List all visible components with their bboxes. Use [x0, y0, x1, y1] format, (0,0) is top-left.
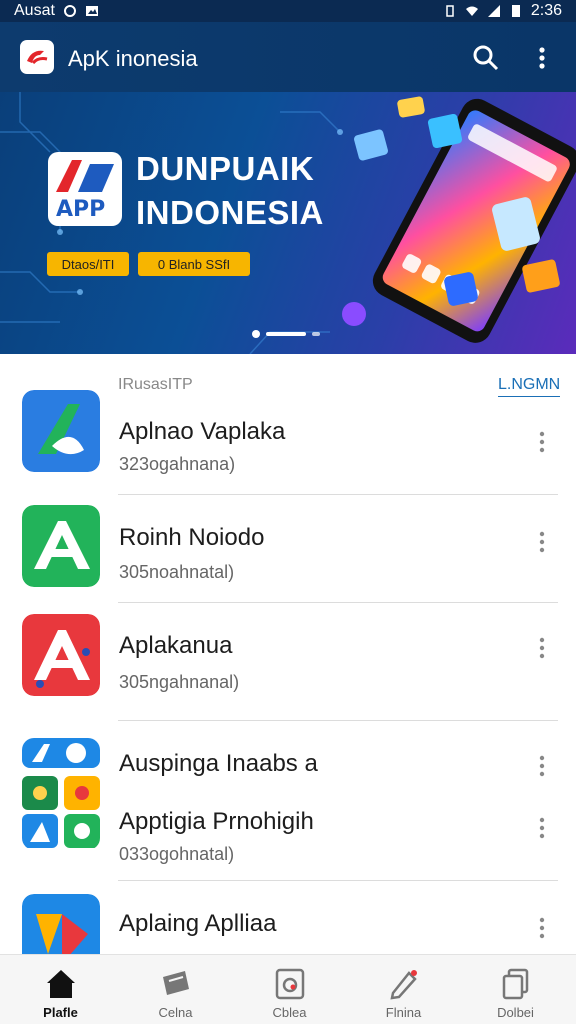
image-notification-icon	[85, 6, 98, 16]
app-subtitle: 305noahnatal)	[119, 562, 235, 582]
maps-app-icon	[22, 894, 100, 954]
banner-app-logo: APP	[48, 152, 122, 226]
nav-label: Flnina	[385, 1005, 422, 1020]
app-logo-icon	[20, 40, 54, 74]
more-vert-icon[interactable]	[532, 916, 552, 940]
sync-icon	[63, 5, 76, 17]
nav-item-4[interactable]: Flnina	[346, 955, 461, 1025]
more-vert-icon[interactable]	[532, 816, 552, 840]
home-icon	[47, 970, 75, 998]
nav-label: Celna	[158, 1005, 193, 1020]
app-name: Aplnao Vaplaka	[119, 418, 286, 445]
pager-dot-active[interactable]	[266, 332, 306, 336]
list-item[interactable]: Auspinga Inaabs a Apptigia Prnohigih 033…	[0, 720, 576, 880]
nav-item-2[interactable]: Celna	[118, 955, 233, 1025]
banner-heading-line1: DUNPUAIK	[136, 150, 315, 187]
phone-illustration	[342, 96, 576, 343]
banner-button-secondary[interactable]: 0 Blanb SSfI	[138, 252, 250, 276]
multi-app-icon	[22, 738, 100, 848]
banner-heading-line2: INDONESIA	[136, 194, 324, 231]
nav-label: Dolbei	[497, 1005, 534, 1020]
nav-label: Cblea	[272, 1005, 307, 1020]
app-subtitle: 305ngahnanal)	[119, 672, 240, 692]
red-a-app-icon	[22, 614, 100, 696]
nav-item-5[interactable]: Dolbei	[458, 955, 573, 1025]
list-item[interactable]: Aplakanua 305ngahnanal)	[0, 602, 576, 720]
wifi-icon	[465, 6, 478, 16]
copy-icon	[502, 968, 529, 1000]
app-bar: ApK inonesia	[0, 22, 576, 92]
bottom-navigation: Plafle Celna Cblea Flnina Dolbei	[0, 954, 576, 1024]
nav-label: Plafle	[43, 1005, 78, 1020]
carrier-text: Ausat	[14, 2, 55, 19]
tag-icon	[163, 971, 189, 995]
app-name: Aplaing Aplliaa	[119, 910, 277, 937]
banner-button-primary[interactable]: Dtaos/ITI	[47, 252, 129, 276]
edit-pencil-icon	[390, 970, 417, 1000]
app-list: IRusasITP L.NGMN Aplnao Vaplaka 323ogahn…	[0, 354, 576, 954]
signal-icon	[487, 5, 500, 17]
pager-dot[interactable]	[312, 332, 320, 336]
more-vert-icon[interactable]	[532, 430, 552, 454]
list-item[interactable]: Aplnao Vaplaka 323ogahnana)	[0, 354, 576, 494]
app-name: Auspinga Inaabs a	[119, 750, 318, 777]
more-vert-icon[interactable]	[532, 530, 552, 554]
more-vert-icon[interactable]	[532, 754, 552, 778]
app-name: Apptigia Prnohigih	[119, 808, 314, 835]
camera-frame-icon	[275, 968, 305, 1000]
nav-item-3[interactable]: Cblea	[232, 955, 347, 1025]
vibrate-icon	[446, 5, 454, 17]
list-item[interactable]: Aplaing Aplliaa	[0, 880, 576, 954]
green-a-app-icon	[22, 505, 100, 587]
pager-dot[interactable]	[252, 330, 260, 338]
blue-a-app-icon	[22, 390, 100, 472]
search-icon[interactable]	[472, 44, 500, 72]
more-vert-icon[interactable]	[532, 636, 552, 660]
app-subtitle: 323ogahnana)	[119, 454, 236, 474]
app-name: Aplakanua	[119, 632, 233, 659]
clock-text: 2:36	[530, 2, 562, 19]
banner-pager[interactable]	[252, 330, 320, 338]
app-subtitle: 033ogohnatal)	[119, 844, 235, 864]
banner-logo-text: APP	[56, 197, 105, 222]
status-bar: Ausat 2:36	[0, 0, 576, 22]
app-title: ApK inonesia	[68, 46, 198, 71]
nav-item-home[interactable]: Plafle	[3, 955, 118, 1025]
more-vert-icon[interactable]	[530, 44, 554, 72]
battery-icon	[511, 5, 520, 17]
app-name: Roinh Noiodo	[119, 524, 265, 551]
promo-banner[interactable]: APP DUNPUAIK INDONESIA Dtaos/ITI 0 Blanb…	[0, 92, 576, 354]
list-item[interactable]: Roinh Noiodo 305noahnatal)	[0, 494, 576, 602]
